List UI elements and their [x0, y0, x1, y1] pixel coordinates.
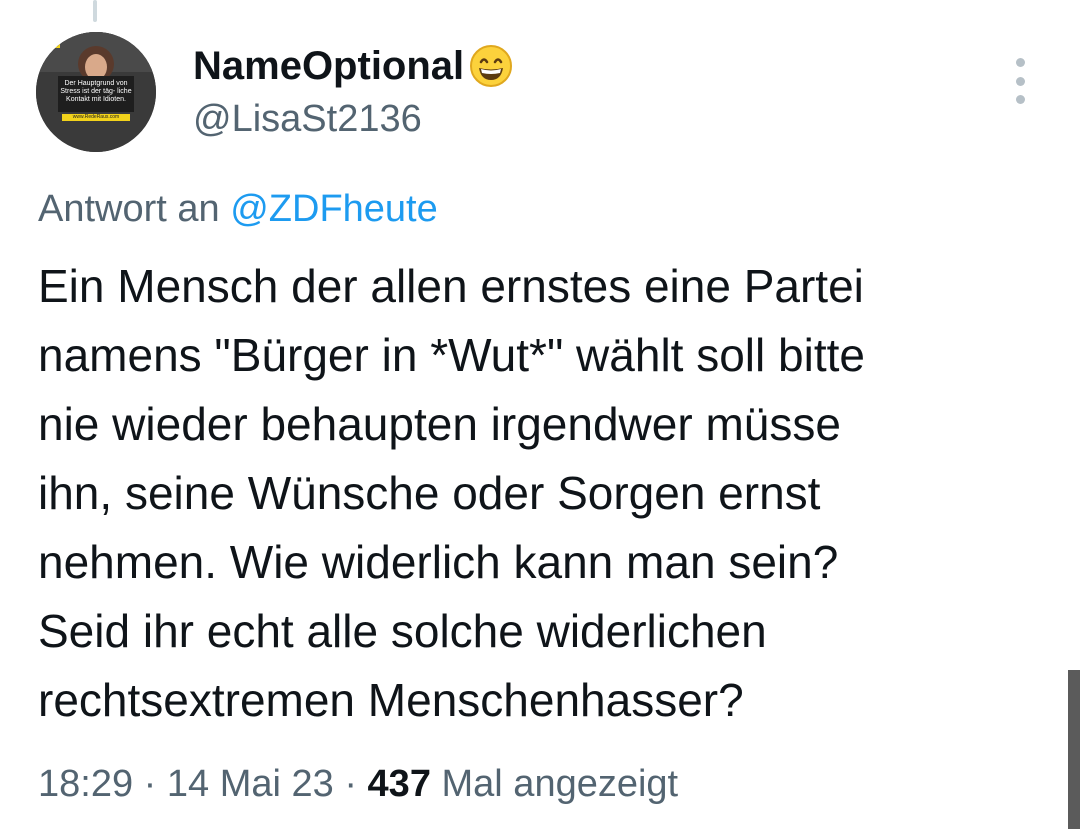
- tweet-text-line: Ein Mensch der allen ernstes eine Partei: [38, 260, 864, 312]
- more-options-icon[interactable]: [1004, 58, 1036, 104]
- meta-separator: ·: [143, 763, 157, 805]
- avatar[interactable]: Der Hauptgrund von Stress ist der täg- l…: [36, 32, 156, 152]
- author-handle[interactable]: @LisaSt2136: [193, 96, 422, 142]
- tweet-text-line: nie wieder behaupten irgendwer müsse: [38, 398, 841, 450]
- tweet-time[interactable]: 18:29: [38, 763, 133, 805]
- tweet-meta: 18:29 · 14 Mai 23 · 437 Mal angezeigt: [38, 759, 678, 809]
- avatar-url-text: www.RedeRaus.com: [62, 114, 130, 121]
- tweet-date[interactable]: 14 Mai 23: [167, 763, 334, 805]
- tweet-text: Ein Mensch der allen ernstes eine Partei…: [38, 252, 1048, 735]
- more-dot: [1015, 58, 1025, 67]
- reply-context: Antwort an @ZDFheute: [38, 186, 438, 232]
- avatar-caption: Der Hauptgrund von Stress ist der täg- l…: [60, 80, 132, 103]
- thread-connector-line: [93, 0, 97, 22]
- display-name-text: NameOptional: [193, 44, 465, 88]
- author-display-name[interactable]: NameOptional: [193, 42, 514, 90]
- tweet-text-line: Seid ihr echt alle solche widerlichen: [38, 605, 767, 657]
- more-dot: [1015, 95, 1025, 104]
- tweet-text-line: nehmen. Wie widerlich kann man sein?: [38, 536, 839, 588]
- meta-separator: ·: [344, 763, 357, 805]
- reply-mention-link[interactable]: @ZDFheute: [230, 188, 438, 230]
- views-count: 437: [367, 763, 431, 805]
- tweet-text-line: ihn, seine Wünsche oder Sorgen ernst: [38, 467, 821, 519]
- grinning-face-emoji-icon: [470, 45, 513, 87]
- tweet-text-line: namens "Bürger in *Wut*" wählt soll bitt…: [38, 329, 865, 381]
- reply-prefix: Antwort an: [38, 188, 220, 230]
- tweet-text-line: rechtsextremen Menschenhasser?: [38, 674, 744, 726]
- views-label: Mal angezeigt: [441, 763, 679, 805]
- scrollbar-thumb[interactable]: [1068, 670, 1080, 829]
- more-dot: [1015, 76, 1025, 86]
